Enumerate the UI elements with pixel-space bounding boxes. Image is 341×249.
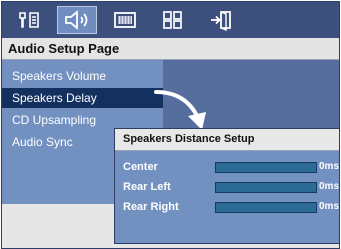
preferences-grid-icon bbox=[163, 11, 182, 29]
page-title-bar: Audio Setup Page bbox=[2, 38, 339, 60]
tab-preferences[interactable] bbox=[153, 6, 193, 34]
menu-item-label: Audio Sync bbox=[12, 135, 73, 149]
menu-item-speakers-delay[interactable]: Speakers Delay bbox=[2, 88, 163, 108]
popup-title-bar: Speakers Distance Setup bbox=[115, 129, 339, 151]
delay-value: 0ms bbox=[319, 181, 340, 192]
menu-item-speakers-volume[interactable]: Speakers Volume bbox=[2, 66, 163, 86]
speakers-distance-popup: Speakers Distance Setup Center 0ms Rear … bbox=[114, 128, 340, 244]
curved-arrow-icon bbox=[154, 90, 206, 130]
popup-body: Center 0ms Rear Left 0ms Rear Right 0ms bbox=[115, 151, 340, 243]
exit-door-icon bbox=[211, 11, 231, 31]
video-screen-icon bbox=[114, 12, 136, 28]
delay-slider[interactable] bbox=[215, 162, 317, 173]
speaker-label: Rear Left bbox=[123, 181, 171, 193]
speaker-row-center[interactable]: Center 0ms bbox=[115, 159, 340, 177]
page-title: Audio Setup Page bbox=[8, 41, 120, 56]
popup-title: Speakers Distance Setup bbox=[123, 133, 255, 145]
menu-item-cd-upsampling[interactable]: CD Upsampling bbox=[2, 110, 163, 130]
delay-value: 0ms bbox=[319, 201, 340, 212]
speaker-row-rear-right[interactable]: Rear Right 0ms bbox=[115, 199, 340, 217]
osd-screen: Audio Setup Page Speakers Volume Speaker… bbox=[1, 1, 340, 249]
delay-slider[interactable] bbox=[215, 182, 317, 193]
menu-item-label: Speakers Volume bbox=[12, 69, 107, 83]
setup-tab-bar bbox=[2, 2, 339, 38]
tab-audio-setup[interactable] bbox=[57, 6, 97, 34]
menu-item-label: Speakers Delay bbox=[12, 91, 97, 105]
general-setup-icon bbox=[19, 12, 39, 28]
menu-item-label: CD Upsampling bbox=[12, 113, 97, 127]
delay-value: 0ms bbox=[319, 161, 340, 172]
tab-video-setup[interactable] bbox=[105, 6, 145, 34]
speaker-row-rear-left[interactable]: Rear Left 0ms bbox=[115, 179, 340, 197]
speaker-label: Rear Right bbox=[123, 201, 179, 213]
tab-exit[interactable] bbox=[201, 6, 241, 34]
delay-slider[interactable] bbox=[215, 202, 317, 213]
tab-general-setup[interactable] bbox=[9, 6, 49, 34]
speaker-audio-icon bbox=[65, 10, 88, 30]
speaker-label: Center bbox=[123, 161, 158, 173]
